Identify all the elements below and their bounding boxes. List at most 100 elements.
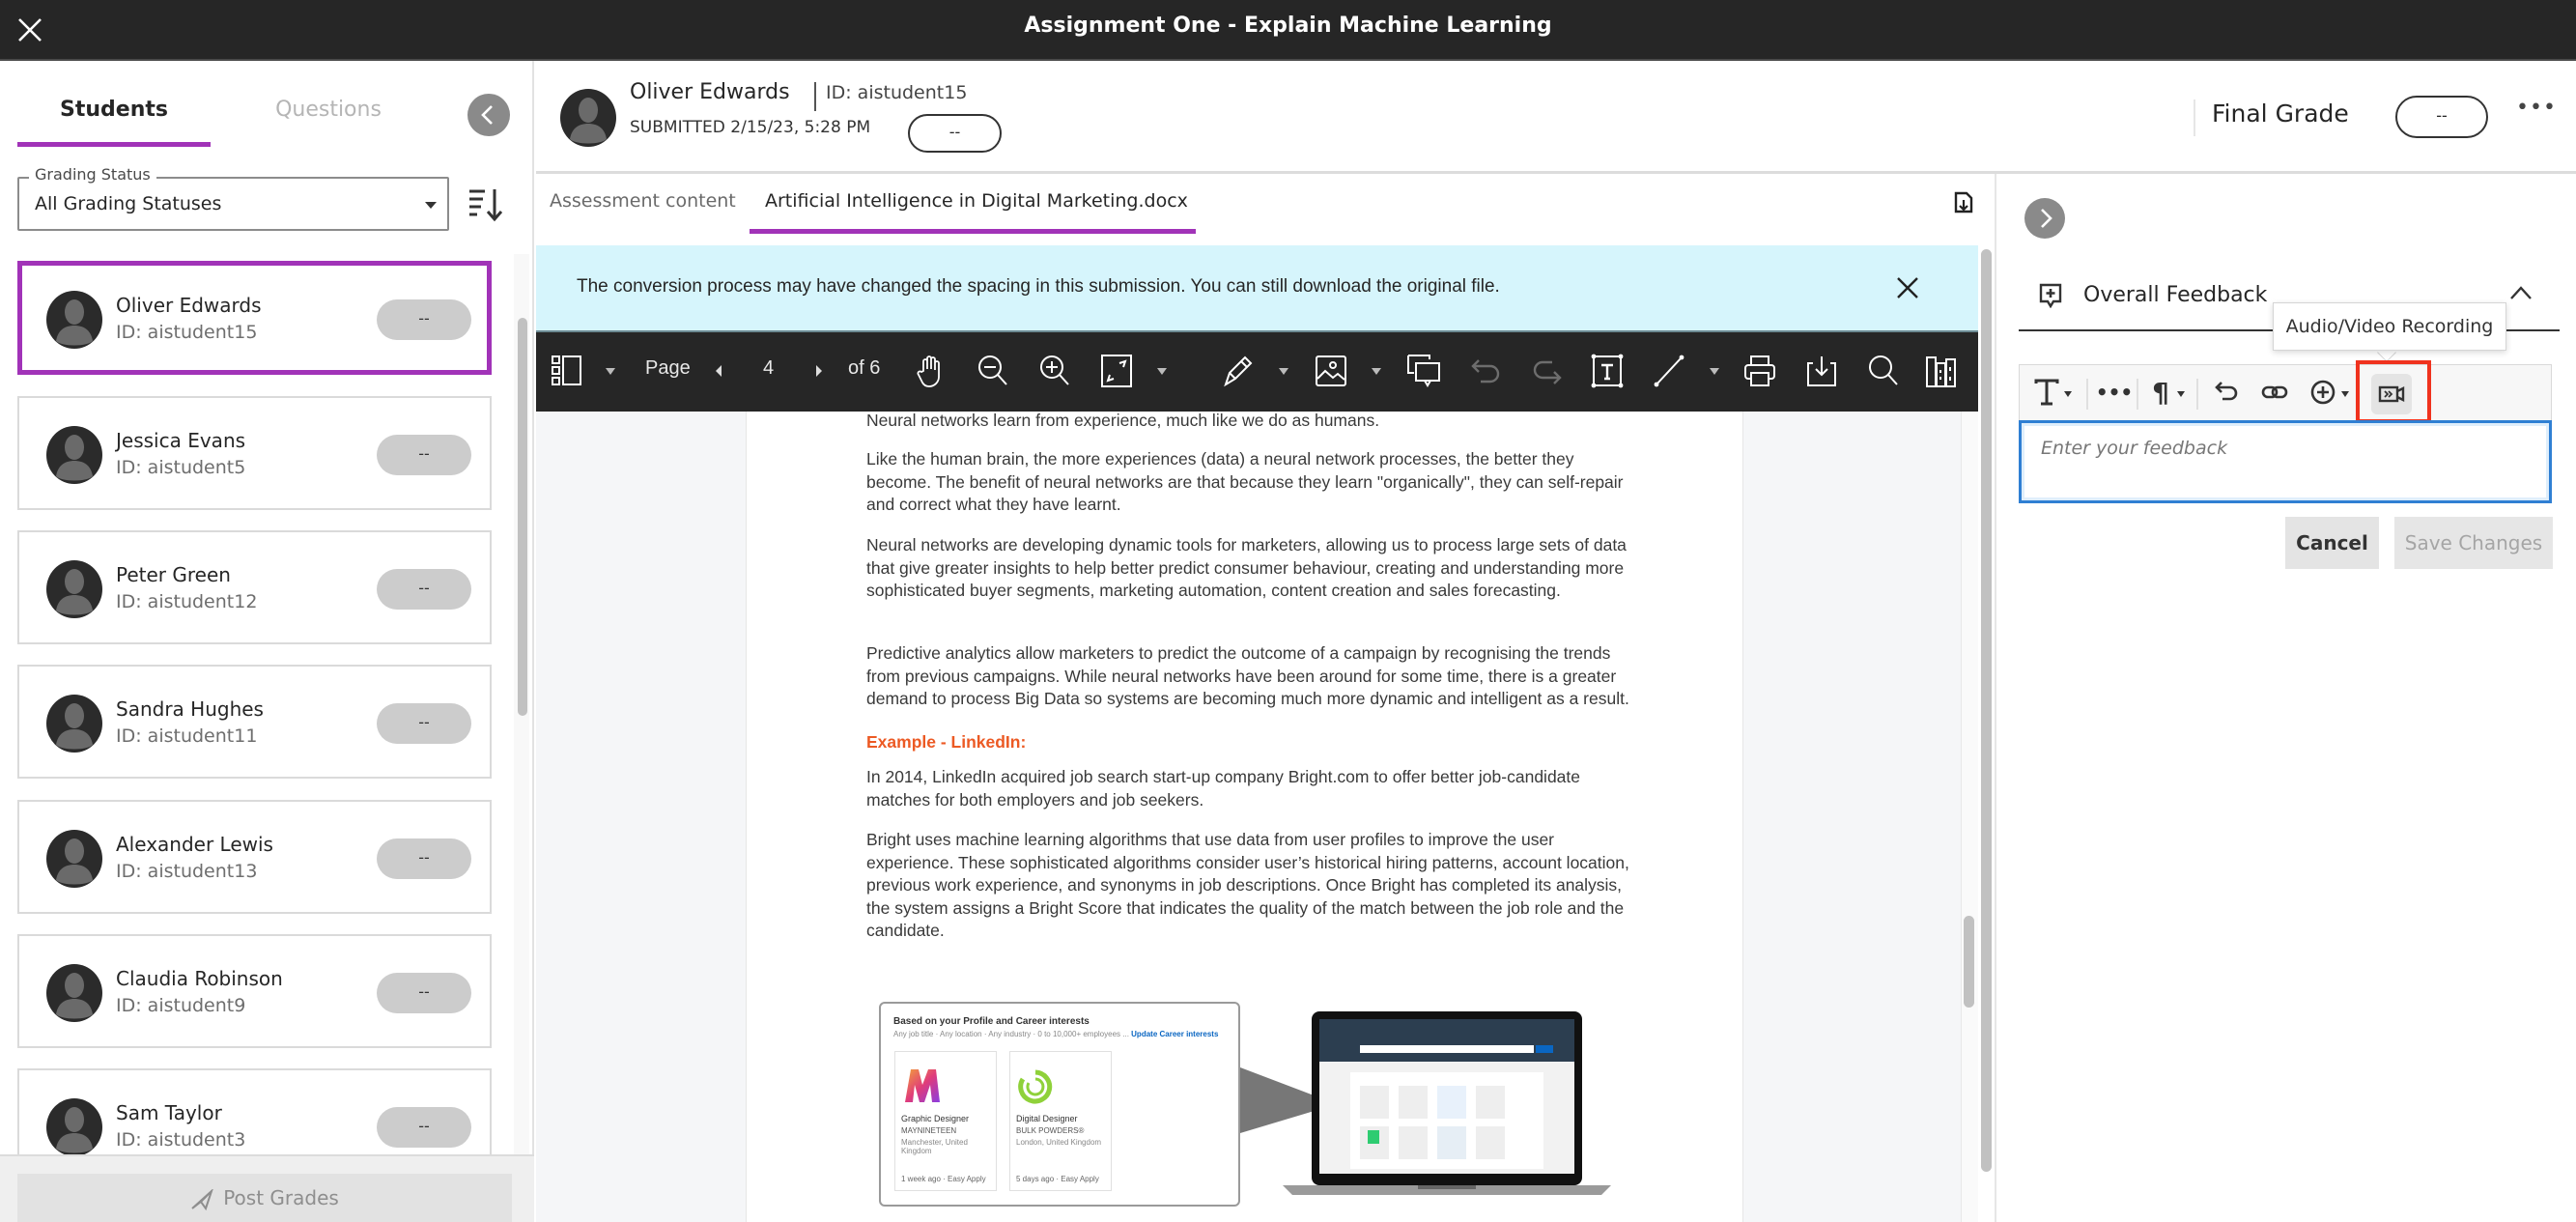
- download-icon[interactable]: [1802, 350, 1841, 392]
- tab-submission-file[interactable]: Artificial Intelligence in Digital Marke…: [765, 190, 1188, 212]
- student-card[interactable]: Claudia Robinson ID: aistudent9 --: [17, 934, 492, 1048]
- doc-paragraph: Neural networks learn from experience, m…: [866, 411, 1380, 430]
- side-by-side-icon[interactable]: [1924, 350, 1959, 392]
- student-id: ID: aistudent12: [116, 591, 258, 612]
- avatar-icon: [46, 426, 102, 484]
- print-icon[interactable]: [1741, 350, 1779, 392]
- dropdown-caret-icon[interactable]: [1157, 368, 1167, 375]
- divider: [2194, 99, 2195, 136]
- dropdown-caret-icon[interactable]: [1372, 368, 1381, 375]
- collapse-sidebar-button[interactable]: [467, 94, 510, 136]
- more-options-icon[interactable]: •••: [2516, 98, 2556, 127]
- pan-hand-icon[interactable]: [912, 350, 950, 392]
- expand-panel-button[interactable]: [2024, 198, 2065, 239]
- current-page-input[interactable]: 4: [763, 357, 774, 380]
- grade-pill[interactable]: --: [377, 703, 471, 744]
- grade-pill[interactable]: --: [377, 435, 471, 475]
- banner-message: The conversion process may have changed …: [577, 276, 1500, 297]
- save-changes-button[interactable]: Save Changes: [2394, 517, 2553, 569]
- doc-paragraph: Like the human brain, the more experienc…: [866, 449, 1624, 515]
- feedback-editor[interactable]: [2019, 420, 2552, 503]
- image-annotation-icon[interactable]: [1312, 350, 1350, 392]
- close-icon[interactable]: [1895, 275, 1920, 300]
- active-tab-indicator: [17, 142, 211, 147]
- student-name: Oliver Edwards: [630, 80, 790, 104]
- zoom-out-icon[interactable]: [974, 350, 1012, 392]
- avatar-icon: [46, 830, 102, 888]
- download-file-icon[interactable]: [1953, 191, 1974, 214]
- grade-pill[interactable]: --: [377, 1107, 471, 1148]
- grading-status-label: Grading Status: [29, 165, 156, 184]
- window-title: Assignment One - Explain Machine Learnin…: [1024, 14, 1552, 38]
- comment-icon[interactable]: [1404, 350, 1443, 392]
- figure-subtitle: Any job title · Any location · Any indus…: [893, 1030, 1218, 1038]
- student-card[interactable]: Sandra Hughes ID: aistudent11 --: [17, 665, 492, 779]
- pen-annotation-icon[interactable]: [1219, 350, 1258, 392]
- dropdown-caret-icon[interactable]: [2064, 391, 2072, 397]
- thumbnail-panel-icon[interactable]: [548, 350, 586, 392]
- sidebar-scrollbar-thumb[interactable]: [518, 318, 527, 716]
- doc-paragraph: Bright uses machine learning algorithms …: [866, 830, 1629, 941]
- tooltip: Audio/Video Recording: [2273, 302, 2506, 351]
- dropdown-caret-icon[interactable]: [606, 368, 615, 375]
- grade-pill[interactable]: --: [377, 569, 471, 610]
- grade-pill[interactable]: --: [377, 299, 471, 340]
- student-id: ID: aistudent15: [116, 322, 258, 343]
- student-id: ID: aistudent13: [116, 861, 258, 882]
- title-bar: Assignment One - Explain Machine Learnin…: [0, 0, 2576, 61]
- final-grade-input[interactable]: --: [2395, 96, 2488, 138]
- figure-subtitle-link: Update Career interests: [1131, 1030, 1219, 1038]
- job-age: 1 week ago · Easy Apply: [901, 1175, 986, 1183]
- search-icon[interactable]: [1864, 350, 1903, 392]
- more-formatting-icon[interactable]: •••: [2096, 374, 2133, 411]
- tab-students[interactable]: Students: [17, 98, 211, 146]
- add-content-icon[interactable]: [2308, 374, 2337, 411]
- job-title: Graphic Designer: [901, 1114, 970, 1123]
- text-format-icon[interactable]: [2032, 374, 2061, 411]
- tab-questions[interactable]: Questions: [232, 98, 425, 146]
- dropdown-caret-icon[interactable]: [1279, 368, 1288, 375]
- previous-page-icon[interactable]: [709, 350, 728, 392]
- dropdown-caret-icon: [425, 202, 437, 209]
- student-id: ID: aistudent15: [826, 82, 968, 103]
- grade-pill[interactable]: --: [377, 973, 471, 1013]
- text-box-icon[interactable]: [1588, 350, 1627, 392]
- chevron-up-icon[interactable]: [2509, 285, 2533, 300]
- undo-icon[interactable]: [2212, 374, 2241, 411]
- student-card[interactable]: Peter Green ID: aistudent12 --: [17, 530, 492, 644]
- redo-icon[interactable]: [1528, 350, 1567, 392]
- cancel-button[interactable]: Cancel: [2285, 517, 2379, 569]
- student-card[interactable]: Alexander Lewis ID: aistudent13 --: [17, 800, 492, 914]
- job-location: London, United Kingdom: [1016, 1138, 1102, 1147]
- job-location: Manchester, United Kingdom: [901, 1138, 968, 1155]
- fit-page-icon[interactable]: [1097, 350, 1136, 392]
- zoom-in-icon[interactable]: [1035, 350, 1074, 392]
- page-scrollbar-track[interactable]: [1961, 412, 1978, 1222]
- sort-icon[interactable]: [467, 185, 502, 224]
- undo-icon[interactable]: [1466, 350, 1505, 392]
- student-card[interactable]: Jessica Evans ID: aistudent5 --: [17, 396, 492, 510]
- viewer-scrollbar-thumb[interactable]: [1981, 249, 1992, 1172]
- student-card[interactable]: Sam Taylor ID: aistudent3 --: [17, 1068, 492, 1154]
- job-company: MAYNINETEEN: [901, 1126, 957, 1135]
- next-page-icon[interactable]: [809, 350, 829, 392]
- line-tool-icon[interactable]: [1650, 350, 1688, 392]
- student-card[interactable]: Oliver Edwards ID: aistudent15 --: [17, 261, 492, 375]
- avatar-icon: [46, 560, 102, 618]
- laptop-screenshot-image: [1283, 1011, 1611, 1195]
- chevron-right-icon: [2041, 209, 2052, 228]
- dropdown-caret-icon[interactable]: [2341, 391, 2349, 397]
- link-icon[interactable]: [2260, 374, 2289, 411]
- page-scrollbar-thumb[interactable]: [1964, 916, 1974, 1008]
- post-grades-button[interactable]: Post Grades: [17, 1174, 512, 1222]
- dropdown-caret-icon[interactable]: [1710, 368, 1719, 375]
- figure-job-card: Graphic Designer MAYNINETEEN Manchester,…: [894, 1051, 997, 1191]
- attempt-grade-input[interactable]: --: [908, 114, 1002, 153]
- overall-feedback-heading[interactable]: Overall Feedback: [2083, 283, 2267, 307]
- final-grade-label: Final Grade: [2212, 99, 2349, 128]
- grade-pill[interactable]: --: [377, 838, 471, 879]
- dropdown-caret-icon[interactable]: [2177, 391, 2185, 397]
- tab-assessment-content[interactable]: Assessment content: [550, 190, 736, 212]
- paragraph-icon[interactable]: ¶: [2148, 374, 2173, 411]
- student-sidebar: Students Questions Grading Status All Gr…: [0, 61, 534, 1222]
